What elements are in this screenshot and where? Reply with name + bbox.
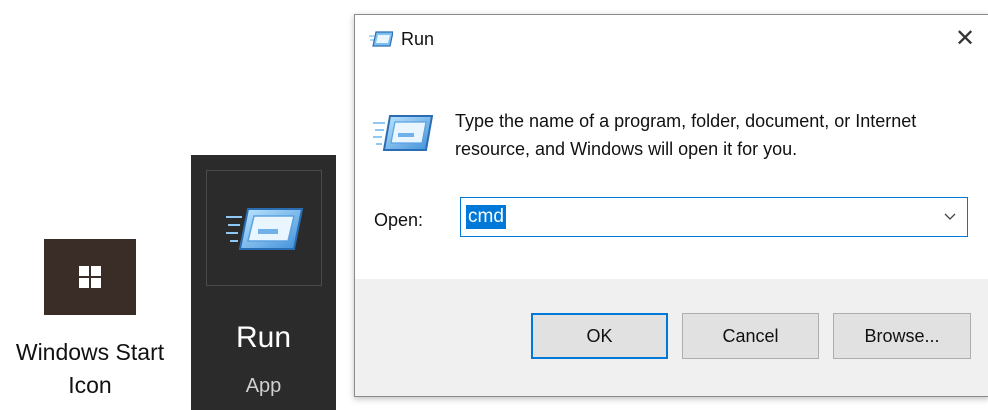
open-input[interactable]: cmd [460,197,968,237]
run-tile-subtitle: App [245,375,282,397]
dialog-description: Type the name of a program, folder, docu… [455,111,917,159]
browse-button[interactable]: Browse... [833,313,971,359]
run-tile-icon-frame [206,170,322,286]
chevron-down-icon [944,213,956,220]
cancel-button[interactable]: Cancel [682,313,819,359]
dialog-titlebar[interactable]: Run ✕ [355,15,988,61]
windows-logo-icon [79,266,101,288]
start-caption: Windows Start Icon [0,336,180,402]
run-dialog: Run ✕ Type the name of a program, folder… [354,14,988,397]
start-caption-line2: Icon [68,372,112,398]
ok-button[interactable]: OK [531,313,668,359]
dialog-title: Run [401,29,435,49]
run-icon [226,208,304,250]
open-input-value[interactable]: cmd [466,205,506,229]
open-label: Open: [374,210,424,230]
close-button[interactable]: ✕ [942,15,988,61]
close-icon: ✕ [954,24,976,52]
run-app-tile[interactable]: Run App [191,155,336,410]
start-caption-line1: Windows Start [15,339,165,365]
dropdown-button[interactable] [939,206,961,228]
dialog-footer: OK Cancel Browse... [355,279,988,396]
run-icon [369,31,393,47]
windows-start-tile[interactable] [44,239,136,315]
run-icon [373,115,433,151]
run-tile-name: Run [235,321,292,354]
